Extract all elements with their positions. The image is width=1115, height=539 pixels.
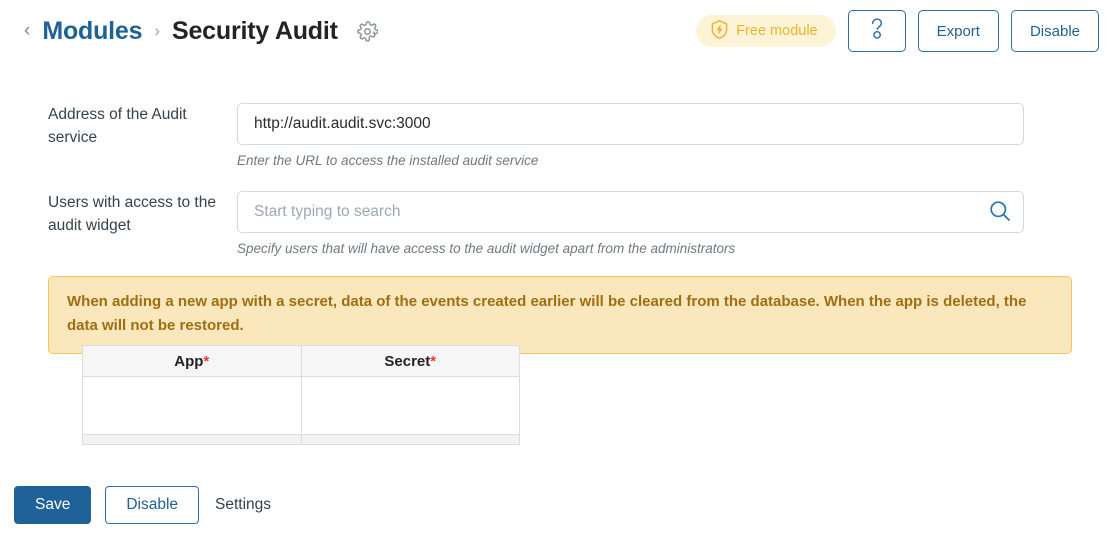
breadcrumb-separator-icon: › — [154, 21, 160, 40]
save-button[interactable]: Save — [14, 486, 92, 524]
breadcrumb: ‹ Modules › Security Audit — [24, 17, 378, 46]
shield-bolt-icon — [710, 19, 729, 44]
cell-app[interactable] — [82, 376, 302, 435]
disable-module-button[interactable]: Disable — [1010, 10, 1099, 52]
table-footer-row — [82, 434, 520, 445]
help-button[interactable] — [847, 10, 906, 52]
apps-table-header-row: App* Secret* — [82, 345, 520, 377]
users-search-input-wrap — [237, 191, 1024, 233]
gear-icon[interactable] — [356, 20, 378, 42]
audit-address-input-wrap — [237, 103, 1024, 145]
search-button[interactable] — [988, 200, 1012, 224]
field-audit-service-address: Address of the Audit service Enter the U… — [0, 103, 1115, 170]
help-question-icon — [868, 17, 886, 45]
form-footer: Save Disable Settings — [14, 486, 273, 524]
hint-users-access: Specify users that will have access to t… — [237, 241, 736, 256]
field-users-access: Users with access to the audit widget Sp… — [0, 191, 1115, 258]
free-module-badge-label: Free module — [736, 23, 818, 39]
table-row[interactable] — [82, 376, 520, 435]
field-control-users-access: Specify users that will have access to t… — [237, 191, 1024, 258]
settings-link[interactable]: Settings — [213, 496, 273, 514]
page-header: ‹ Modules › Security Audit Free module E… — [0, 0, 1115, 62]
column-header-app: App* — [82, 345, 302, 377]
search-icon — [988, 199, 1012, 226]
apps-table: App* Secret* — [82, 345, 520, 445]
column-header-app-label: App — [174, 352, 204, 370]
warning-banner: When adding a new app with a secret, dat… — [48, 276, 1072, 354]
apps-table-body — [82, 376, 520, 445]
required-marker-secret: * — [430, 352, 437, 370]
apps-table-head: App* Secret* — [82, 345, 520, 377]
page-title: Security Audit — [172, 16, 338, 45]
export-button[interactable]: Export — [917, 10, 999, 52]
field-label-audit-address: Address of the Audit service — [48, 106, 187, 146]
field-control-audit-address: Enter the URL to access the installed au… — [237, 103, 1024, 170]
free-module-badge: Free module — [696, 15, 836, 47]
hint-audit-address: Enter the URL to access the installed au… — [237, 153, 539, 168]
column-header-secret-label: Secret — [384, 352, 431, 370]
apps-table-wrap: App* Secret* — [82, 345, 520, 445]
header-actions: Free module Export Disable — [696, 10, 1099, 52]
table-footer-cell-secret — [300, 434, 520, 445]
cell-secret[interactable] — [300, 376, 520, 435]
back-chevron-icon[interactable]: ‹ — [24, 21, 30, 42]
users-search-input[interactable] — [237, 191, 1024, 233]
table-footer-cell-app — [82, 434, 302, 445]
breadcrumb-link-modules[interactable]: Modules — [42, 17, 142, 46]
column-header-secret: Secret* — [300, 345, 520, 377]
disable-button[interactable]: Disable — [105, 486, 200, 524]
required-marker-app: * — [203, 352, 210, 370]
audit-address-input[interactable] — [237, 103, 1024, 145]
field-label-users-access: Users with access to the audit widget — [48, 194, 216, 234]
settings-form: Address of the Audit service Enter the U… — [0, 62, 1115, 258]
